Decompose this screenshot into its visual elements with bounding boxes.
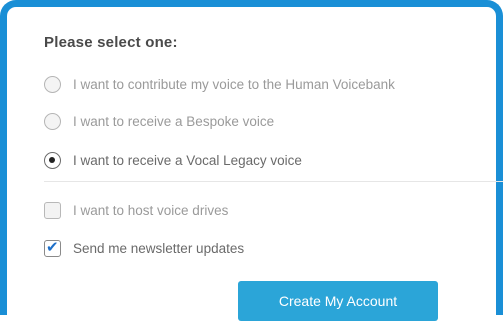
checkbox-option-newsletter[interactable]: ✔ Send me newsletter updates — [44, 237, 244, 259]
radio-label: I want to contribute my voice to the Hum… — [73, 76, 395, 92]
checkmark-icon: ✔ — [46, 238, 59, 256]
radio-label: I want to receive a Vocal Legacy voice — [73, 152, 302, 168]
divider — [44, 181, 503, 182]
form-heading: Please select one: — [44, 34, 178, 51]
checkbox-checked[interactable]: ✔ — [44, 238, 61, 257]
checkbox-label: Send me newsletter updates — [73, 240, 245, 256]
radio-option-bespoke-voice[interactable]: I want to receive a Bespoke voice — [44, 110, 274, 132]
radio-button[interactable] — [44, 75, 61, 93]
radio-button[interactable] — [44, 112, 61, 130]
checkbox-option-host-voice-drives[interactable]: I want to host voice drives — [44, 199, 228, 221]
create-account-button[interactable]: Create My Account — [238, 281, 438, 321]
checkbox[interactable] — [44, 201, 61, 219]
radio-option-human-voicebank[interactable]: I want to contribute my voice to the Hum… — [44, 73, 395, 95]
radio-label: I want to receive a Bespoke voice — [73, 113, 275, 129]
radio-button-selected[interactable] — [44, 151, 61, 169]
form-panel: Please select one: I want to contribute … — [0, 0, 503, 315]
radio-option-vocal-legacy[interactable]: I want to receive a Vocal Legacy voice — [44, 149, 302, 171]
checkbox-label: I want to host voice drives — [73, 202, 229, 218]
